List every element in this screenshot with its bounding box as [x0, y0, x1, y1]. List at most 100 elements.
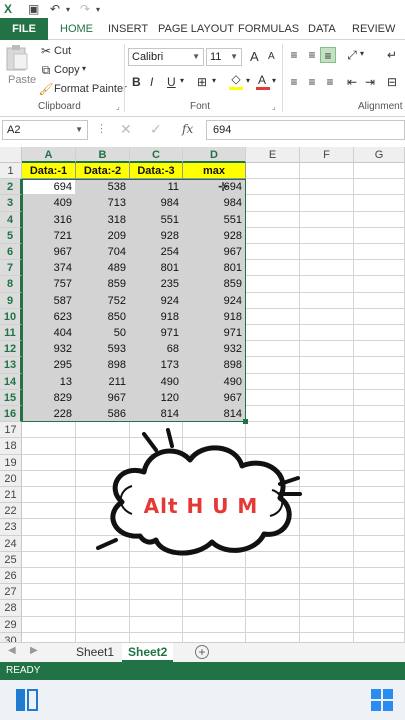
empty-cell[interactable]	[183, 584, 246, 601]
wrap-text-icon[interactable]: ↵	[384, 47, 400, 63]
data-cell[interactable]: 924	[183, 292, 246, 309]
sheet-tab-sheet2[interactable]: Sheet2	[122, 643, 174, 662]
data-cell[interactable]: 859	[183, 276, 246, 293]
row-header-18[interactable]: 18	[0, 438, 22, 455]
empty-cell[interactable]	[300, 438, 354, 455]
empty-cell[interactable]	[130, 600, 183, 617]
bold-button[interactable]: B	[132, 75, 141, 89]
empty-cell[interactable]	[246, 373, 300, 390]
empty-cell[interactable]	[76, 616, 130, 633]
align-left-icon[interactable]: ≡	[286, 74, 302, 90]
row-header-6[interactable]: 6	[0, 244, 22, 261]
row-header-28[interactable]: 28	[0, 600, 22, 617]
row-header-5[interactable]: 5	[0, 227, 22, 244]
italic-button[interactable]: I	[150, 75, 153, 89]
column-header-f[interactable]: F	[300, 147, 354, 163]
empty-cell[interactable]	[354, 568, 405, 585]
empty-cell[interactable]	[246, 389, 300, 406]
row-header-26[interactable]: 26	[0, 568, 22, 585]
empty-cell[interactable]	[22, 438, 76, 455]
align-right-icon[interactable]: ≡	[322, 74, 338, 90]
tab-formulas[interactable]: FORMULAS	[238, 18, 299, 40]
fill-color-dropdown-icon[interactable]: ▾	[246, 76, 250, 85]
empty-cell[interactable]	[354, 292, 405, 309]
data-cell[interactable]: 898	[76, 357, 130, 374]
font-color-button[interactable]: A	[255, 73, 271, 91]
data-cell[interactable]: 551	[183, 211, 246, 228]
data-cell[interactable]: 551	[130, 211, 183, 228]
more-options-icon[interactable]: ⋮	[96, 122, 107, 135]
tab-insert[interactable]: INSERT	[108, 18, 148, 40]
empty-cell[interactable]	[300, 260, 354, 277]
empty-cell[interactable]	[300, 584, 354, 601]
save-icon[interactable]: ▣	[28, 2, 39, 16]
column-header-c[interactable]: C	[130, 147, 183, 163]
data-cell[interactable]: 586	[76, 406, 130, 423]
data-cell[interactable]: 490	[183, 373, 246, 390]
empty-cell[interactable]	[354, 406, 405, 423]
scroll-right-icon[interactable]: ▶	[30, 645, 38, 656]
empty-cell[interactable]	[354, 179, 405, 196]
empty-cell[interactable]	[246, 341, 300, 358]
empty-cell[interactable]	[22, 568, 76, 585]
empty-cell[interactable]	[354, 438, 405, 455]
data-cell[interactable]: 409	[22, 195, 76, 212]
decrease-indent-icon[interactable]: ⇤	[344, 74, 360, 90]
data-cell[interactable]: 924	[130, 292, 183, 309]
empty-cell[interactable]	[300, 325, 354, 342]
align-center-icon[interactable]: ≡	[304, 74, 320, 90]
empty-cell[interactable]	[300, 195, 354, 212]
data-cell[interactable]: 801	[183, 260, 246, 277]
data-cell[interactable]: 928	[130, 227, 183, 244]
empty-cell[interactable]	[354, 487, 405, 504]
row-header-11[interactable]: 11	[0, 325, 22, 342]
empty-cell[interactable]	[300, 357, 354, 374]
empty-cell[interactable]	[300, 292, 354, 309]
data-cell[interactable]: 928	[183, 227, 246, 244]
fill-color-button[interactable]: ◇	[228, 72, 244, 91]
empty-cell[interactable]	[76, 600, 130, 617]
column-header-g[interactable]: G	[354, 147, 405, 163]
data-cell[interactable]: 295	[22, 357, 76, 374]
enter-icon[interactable]: ✓	[150, 121, 162, 138]
empty-cell[interactable]	[354, 519, 405, 536]
empty-cell[interactable]	[246, 244, 300, 261]
paste-button[interactable]: Paste	[4, 44, 36, 96]
empty-cell[interactable]	[183, 616, 246, 633]
empty-cell[interactable]	[130, 584, 183, 601]
data-cell[interactable]: 967	[183, 244, 246, 261]
row-header-16[interactable]: 16	[0, 406, 22, 423]
row-header-13[interactable]: 13	[0, 357, 22, 374]
empty-cell[interactable]	[246, 276, 300, 293]
column-header-e[interactable]: E	[246, 147, 300, 163]
empty-cell[interactable]	[300, 373, 354, 390]
empty-cell[interactable]	[300, 211, 354, 228]
row-header-22[interactable]: 22	[0, 503, 22, 520]
data-cell[interactable]: 490	[130, 373, 183, 390]
data-cell[interactable]: 752	[76, 292, 130, 309]
row-header-15[interactable]: 15	[0, 389, 22, 406]
empty-cell[interactable]	[300, 600, 354, 617]
data-cell[interactable]: 859	[76, 276, 130, 293]
empty-cell[interactable]	[300, 519, 354, 536]
empty-cell[interactable]	[22, 535, 76, 552]
empty-cell[interactable]	[300, 227, 354, 244]
data-cell[interactable]: 235	[130, 276, 183, 293]
empty-cell[interactable]	[354, 470, 405, 487]
data-cell[interactable]: 11	[130, 179, 183, 196]
data-cell[interactable]: 984	[183, 195, 246, 212]
data-cell[interactable]: 173	[130, 357, 183, 374]
data-cell[interactable]: 829	[22, 389, 76, 406]
empty-cell[interactable]	[300, 308, 354, 325]
font-launcher-icon[interactable]: ⌟	[272, 102, 276, 111]
empty-cell[interactable]	[246, 292, 300, 309]
row-header-27[interactable]: 27	[0, 584, 22, 601]
grow-font-button[interactable]: A	[250, 49, 259, 64]
data-cell[interactable]: 918	[130, 308, 183, 325]
row-header-12[interactable]: 12	[0, 341, 22, 358]
row-header-20[interactable]: 20	[0, 470, 22, 487]
empty-cell[interactable]	[300, 616, 354, 633]
clipboard-launcher-icon[interactable]: ⌟	[116, 102, 120, 111]
sheet-tab-sheet1[interactable]: Sheet1	[70, 643, 120, 662]
windows-start-icon[interactable]	[371, 689, 393, 711]
